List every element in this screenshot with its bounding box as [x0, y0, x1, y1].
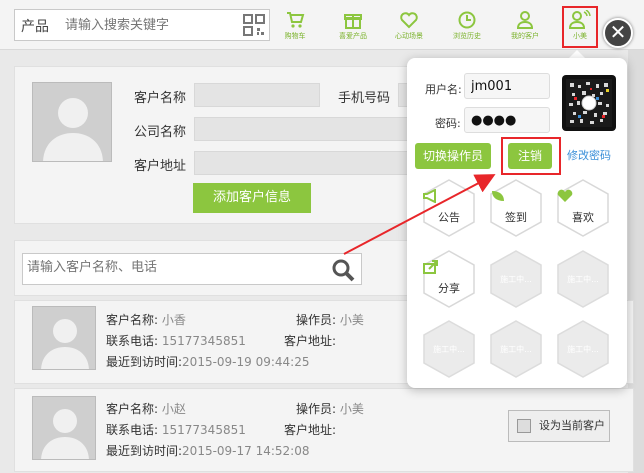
- annotation-arrow: [343, 174, 496, 255]
